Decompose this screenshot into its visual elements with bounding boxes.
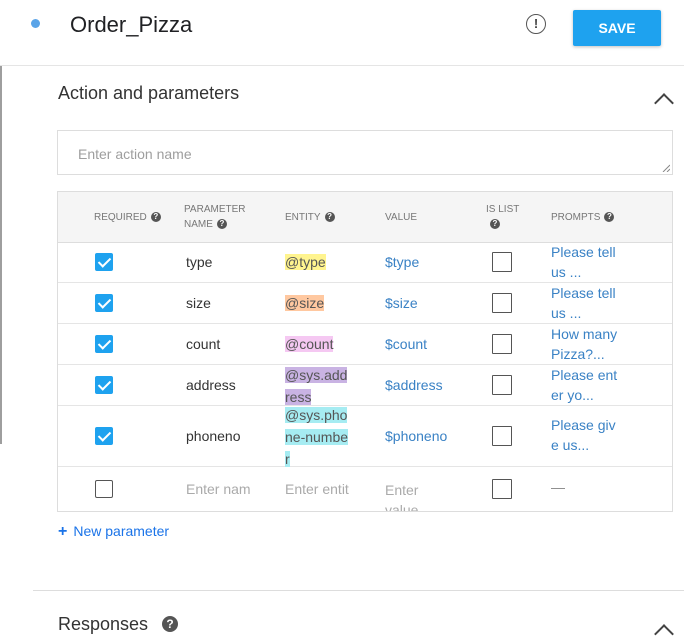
info-icon[interactable]: ! (526, 14, 546, 34)
status-dot (31, 19, 40, 28)
help-icon[interactable]: ? (162, 616, 179, 632)
action-name-input[interactable]: Enter action name (57, 130, 673, 175)
required-checkbox[interactable] (95, 335, 113, 353)
entity-tag[interactable]: @sys.phone-number (285, 404, 349, 470)
required-checkbox[interactable] (95, 480, 113, 498)
section-divider (33, 590, 684, 591)
parameter-value[interactable]: $address (385, 377, 443, 393)
table-row: phoneno @sys.phone-number $phoneno Pleas… (58, 406, 672, 467)
parameter-value[interactable]: $count (385, 336, 427, 352)
entity-tag[interactable]: @size (285, 292, 349, 314)
prompt-link[interactable]: How many Pizza?... (551, 324, 621, 364)
is-list-checkbox[interactable] (492, 426, 512, 446)
new-parameter-row: Enter nam Enter entit Enter value — (58, 467, 672, 511)
required-checkbox[interactable] (95, 294, 113, 312)
prompt-link[interactable]: Please tell us ... (551, 283, 621, 323)
required-checkbox[interactable] (95, 253, 113, 271)
parameter-value[interactable]: $size (385, 295, 418, 311)
left-scroll-bar (0, 66, 2, 444)
prompt-link[interactable]: Please tell us ... (551, 242, 621, 282)
value-input[interactable]: Enter value (385, 480, 425, 511)
is-list-checkbox[interactable] (492, 293, 512, 313)
section-title: Action and parameters (58, 83, 240, 103)
collapse-chevron-icon[interactable] (654, 624, 674, 644)
required-checkbox[interactable] (95, 376, 113, 394)
parameter-value[interactable]: $type (385, 254, 419, 270)
entity-tag[interactable]: @type (285, 251, 349, 273)
entity-input[interactable]: Enter entit (285, 478, 355, 500)
parameter-name-input[interactable]: Enter nam (186, 481, 252, 497)
parameter-value[interactable]: $phoneno (385, 428, 447, 444)
header-is-list: IS LIST? (486, 204, 520, 230)
required-checkbox[interactable] (95, 427, 113, 445)
is-list-checkbox[interactable] (492, 479, 512, 499)
is-list-checkbox[interactable] (492, 375, 512, 395)
parameter-name[interactable]: phoneno (186, 428, 241, 444)
is-list-checkbox[interactable] (492, 252, 512, 272)
parameter-name[interactable]: count (186, 336, 220, 352)
header-bar: Order_Pizza ! SAVE (0, 0, 684, 66)
help-icon[interactable]: ? (216, 219, 227, 230)
header-parameter-name: PARAMETER NAME? (184, 204, 246, 230)
intent-title[interactable]: Order_Pizza (70, 12, 192, 38)
help-icon[interactable]: ? (490, 219, 500, 230)
header-prompts: PROMPTS? (551, 210, 615, 225)
collapse-chevron-icon[interactable] (654, 93, 674, 113)
prompt-link[interactable]: Please give us... (551, 415, 621, 455)
table-row: size @size $size Please tell us ... (58, 283, 672, 324)
help-icon[interactable]: ? (324, 212, 335, 223)
responses-section-title: Responses? (58, 614, 179, 635)
table-row: type @type $type Please tell us ... (58, 242, 672, 283)
entity-tag[interactable]: @sys.address (285, 364, 349, 408)
resize-handle-icon[interactable] (662, 164, 670, 172)
header-required: REQUIRED? (94, 210, 161, 225)
parameter-name[interactable]: type (186, 254, 212, 270)
is-list-checkbox[interactable] (492, 334, 512, 354)
help-icon[interactable]: ? (604, 212, 615, 223)
table-header: REQUIRED? PARAMETER NAME? ENTITY? VALUE I… (58, 192, 672, 243)
table-row: count @count $count How many Pizza?... (58, 324, 672, 365)
prompt-link[interactable]: Please enter yo... (551, 365, 621, 405)
header-entity: ENTITY? (285, 210, 335, 225)
new-parameter-link[interactable]: + New parameter (58, 523, 169, 541)
parameter-name[interactable]: address (186, 377, 236, 393)
prompt-empty[interactable]: — (551, 477, 621, 497)
table-row: address @sys.address $address Please ent… (58, 365, 672, 406)
header-value: VALUE (385, 212, 418, 223)
parameters-table: REQUIRED? PARAMETER NAME? ENTITY? VALUE I… (57, 191, 673, 512)
plus-icon: + (58, 523, 68, 540)
entity-tag[interactable]: @count (285, 333, 349, 355)
action-name-placeholder: Enter action name (78, 146, 192, 162)
help-icon[interactable]: ? (150, 212, 161, 223)
save-button[interactable]: SAVE (573, 10, 661, 46)
parameter-name[interactable]: size (186, 295, 211, 311)
